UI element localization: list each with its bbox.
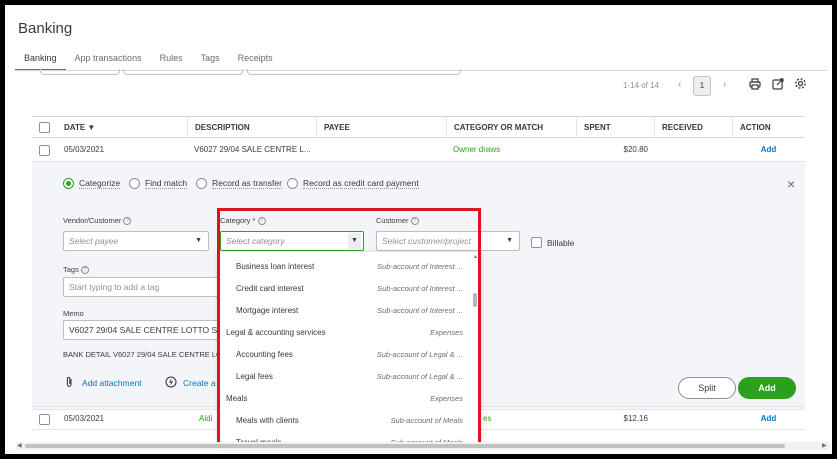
vendor-placeholder: Select payee bbox=[69, 236, 119, 246]
radio-dot bbox=[63, 178, 74, 189]
column-received: RECEIVED bbox=[654, 117, 732, 138]
row-add-link[interactable]: Add bbox=[732, 407, 805, 431]
bank-detail: BANK DETAIL V6027 29/04 SALE CENTRE LO bbox=[63, 350, 222, 359]
printer-icon[interactable] bbox=[748, 78, 762, 92]
tab-banking[interactable]: Banking bbox=[15, 51, 66, 71]
filter-control[interactable] bbox=[40, 69, 120, 75]
add-attachment[interactable]: Add attachment bbox=[65, 376, 142, 390]
create-rule[interactable]: Create a bbox=[165, 376, 216, 390]
pager-range: 1-14 of 14 bbox=[623, 81, 660, 90]
select-all-checkbox[interactable] bbox=[39, 122, 50, 133]
row-description: V6027 29/04 SALE CENTRE L... bbox=[194, 145, 311, 154]
current-page[interactable]: 1 bbox=[693, 76, 711, 96]
row-add-link[interactable]: Add bbox=[732, 138, 805, 162]
page-title: Banking bbox=[18, 20, 73, 37]
row-spent: $20.80 bbox=[623, 145, 648, 154]
tab-tags[interactable]: Tags bbox=[192, 51, 229, 71]
row-date: 05/03/2021 bbox=[64, 414, 105, 423]
column-date[interactable]: DATE ▼ bbox=[57, 117, 187, 138]
export-icon[interactable] bbox=[771, 78, 785, 92]
radio-dot bbox=[129, 178, 140, 189]
radio-find-match[interactable]: Find match bbox=[129, 178, 188, 189]
radio-label: Categorize bbox=[79, 178, 121, 189]
banking-window: Banking Banking App transactions Rules T… bbox=[5, 5, 832, 454]
checkbox-box bbox=[531, 237, 542, 248]
add-button[interactable]: Add bbox=[738, 377, 796, 399]
search-control[interactable] bbox=[247, 69, 461, 75]
row-category[interactable]: Owner draws bbox=[446, 138, 576, 162]
radio-categorize[interactable]: Categorize bbox=[63, 178, 121, 189]
table-header: DATE ▼ DESCRIPTION PAYEE CATEGORY OR MAT… bbox=[32, 116, 805, 138]
vendor-select[interactable]: Select payee ▼ bbox=[63, 231, 209, 251]
radio-record-cc-payment[interactable]: Record as credit card payment bbox=[287, 178, 419, 189]
chevron-down-icon: ▼ bbox=[195, 237, 202, 244]
tags-input[interactable]: Start typing to add a tag bbox=[63, 277, 223, 297]
column-description: DESCRIPTION bbox=[187, 117, 316, 138]
tab-app-transactions[interactable]: App transactions bbox=[66, 51, 151, 71]
radio-dot bbox=[196, 178, 207, 189]
table-row[interactable]: 05/03/2021 V6027 29/04 SALE CENTRE L... … bbox=[32, 138, 805, 162]
highlight-annotation bbox=[217, 208, 481, 448]
radio-label: Record as credit card payment bbox=[303, 178, 419, 189]
billable-checkbox[interactable]: Billable bbox=[531, 237, 574, 248]
tags-label-text: Tags bbox=[63, 265, 79, 274]
vendor-label: Vendor/Customer ? bbox=[63, 216, 132, 226]
tags-label: Tags ? bbox=[63, 265, 89, 275]
chevron-down-icon: ▼ bbox=[506, 237, 513, 244]
memo-input[interactable]: V6027 29/04 SALE CENTRE LOTTO SAL bbox=[63, 320, 223, 340]
billable-label: Billable bbox=[547, 237, 575, 248]
prev-page-icon[interactable]: ‹ bbox=[678, 79, 681, 90]
lightning-icon bbox=[165, 376, 177, 390]
row-date: 05/03/2021 bbox=[64, 145, 105, 154]
close-icon[interactable]: × bbox=[787, 177, 795, 191]
row-checkbox[interactable] bbox=[39, 414, 50, 425]
row-checkbox[interactable] bbox=[39, 145, 50, 156]
radio-dot bbox=[287, 178, 298, 189]
radio-label: Record as transfer bbox=[212, 178, 282, 189]
memo-label: Memo bbox=[63, 309, 84, 318]
column-spent: SPENT bbox=[576, 117, 654, 138]
paperclip-icon bbox=[65, 376, 74, 390]
create-rule-link[interactable]: Create a bbox=[183, 378, 216, 388]
tab-rules[interactable]: Rules bbox=[151, 51, 192, 71]
row-spent: $12.16 bbox=[623, 414, 648, 423]
info-icon[interactable]: ? bbox=[80, 266, 89, 275]
radio-record-transfer[interactable]: Record as transfer bbox=[196, 178, 282, 189]
tab-bar: Banking App transactions Rules Tags Rece… bbox=[15, 51, 282, 71]
info-icon[interactable]: ? bbox=[123, 217, 132, 226]
column-category: CATEGORY OR MATCH bbox=[446, 117, 576, 138]
vendor-label-text: Vendor/Customer bbox=[63, 216, 122, 225]
column-payee: PAYEE bbox=[316, 117, 446, 138]
scroll-left-icon[interactable]: ◀ bbox=[17, 442, 22, 449]
horizontal-scroll-thumb[interactable] bbox=[25, 444, 785, 448]
split-button[interactable]: Split bbox=[678, 377, 736, 399]
tab-receipts[interactable]: Receipts bbox=[229, 51, 282, 71]
radio-label: Find match bbox=[145, 178, 188, 189]
gear-icon[interactable] bbox=[793, 77, 807, 91]
scroll-right-icon[interactable]: ▶ bbox=[822, 442, 827, 449]
column-action: ACTION bbox=[732, 117, 805, 138]
next-page-icon[interactable]: › bbox=[723, 79, 726, 90]
filter-control[interactable] bbox=[123, 69, 243, 75]
add-attachment-link[interactable]: Add attachment bbox=[82, 378, 142, 388]
